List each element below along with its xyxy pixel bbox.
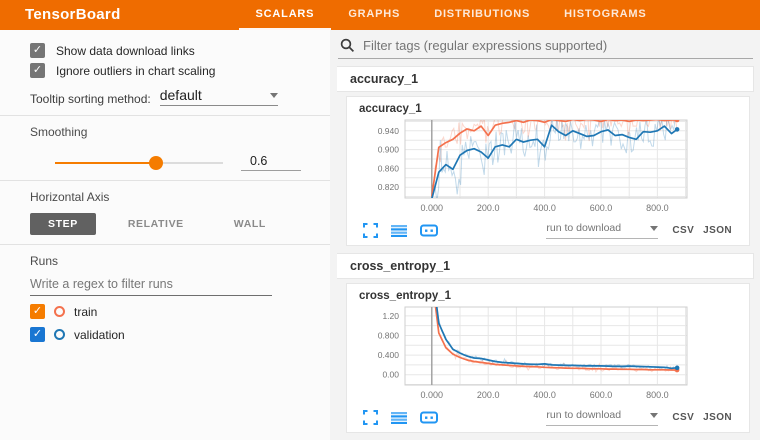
svg-text:0.860: 0.860 xyxy=(378,163,400,173)
run-color-swatch xyxy=(54,306,65,317)
axis-relative-button[interactable]: RELATIVE xyxy=(110,213,202,235)
run-to-download-label: run to download xyxy=(546,222,621,234)
run-to-download-label: run to download xyxy=(546,409,621,421)
chevron-down-icon xyxy=(650,226,658,235)
csv-download-link[interactable]: CSV xyxy=(672,225,694,236)
search-icon xyxy=(340,38,355,53)
tooltip-sorting-label: Tooltip sorting method: xyxy=(30,92,151,106)
fit-domain-icon[interactable] xyxy=(420,411,438,424)
run-row-validation[interactable]: ✓ validation xyxy=(30,327,302,342)
cross-entropy-chart[interactable]: 0.00 0.400 0.800 1.20 0.000 200.0 400.0 600.0 80… xyxy=(355,303,745,405)
app-header: TensorBoard SCALARS GRAPHS DISTRIBUTIONS… xyxy=(0,0,760,30)
toggle-y-axis-icon[interactable] xyxy=(391,224,407,237)
run-checkbox-checked-icon: ✓ xyxy=(30,327,45,342)
json-download-link[interactable]: JSON xyxy=(703,412,732,423)
runs-label: Runs xyxy=(30,254,302,268)
svg-text:0.900: 0.900 xyxy=(378,145,400,155)
checkbox-label: Show data download links xyxy=(56,44,195,58)
smoothing-value[interactable]: 0.6 xyxy=(241,154,301,171)
run-to-download-dropdown[interactable]: run to download xyxy=(546,408,658,426)
horizontal-axis-label: Horizontal Axis xyxy=(30,190,302,204)
run-row-train[interactable]: ✓ train xyxy=(30,304,302,319)
app-title: TensorBoard xyxy=(0,0,121,30)
chart-title: accuracy_1 xyxy=(359,103,745,115)
svg-text:0.800: 0.800 xyxy=(378,330,400,340)
tab-histograms[interactable]: HISTOGRAMS xyxy=(547,0,663,30)
chevron-down-icon xyxy=(270,93,278,102)
show-data-download-links-checkbox[interactable]: ✓ Show data download links xyxy=(30,43,302,58)
svg-text:200.0: 200.0 xyxy=(477,390,500,400)
divider xyxy=(0,244,330,245)
tab-graphs[interactable]: GRAPHS xyxy=(331,0,417,30)
fit-domain-icon[interactable] xyxy=(420,224,438,237)
run-label: train xyxy=(74,305,97,319)
tooltip-sorting-dropdown[interactable]: default xyxy=(160,87,278,106)
main-panel: accuracy_1 accuracy_1 0.820 0.860 0.900 0.9… xyxy=(330,30,760,440)
toggle-y-axis-icon[interactable] xyxy=(391,411,407,424)
divider xyxy=(0,115,330,116)
svg-text:200.0: 200.0 xyxy=(477,203,500,213)
section-header-cross-entropy[interactable]: cross_entropy_1 xyxy=(337,253,754,279)
json-download-link[interactable]: JSON xyxy=(703,225,732,236)
smoothing-slider[interactable] xyxy=(55,162,223,164)
svg-text:0.940: 0.940 xyxy=(378,126,400,136)
checkbox-label: Ignore outliers in chart scaling xyxy=(56,64,215,78)
chart-title: cross_entropy_1 xyxy=(359,290,745,302)
svg-text:600.0: 600.0 xyxy=(590,390,613,400)
checkbox-checked-icon: ✓ xyxy=(30,43,45,58)
svg-text:1.20: 1.20 xyxy=(382,311,399,321)
tab-scalars[interactable]: SCALARS xyxy=(239,0,332,30)
settings-sidebar: ✓ Show data download links ✓ Ignore outl… xyxy=(0,30,330,440)
slider-fill xyxy=(55,162,156,164)
divider xyxy=(0,180,330,181)
scalar-card-accuracy: accuracy_1 0.820 0.860 0.900 0.940 0.000 200.… xyxy=(346,96,750,246)
csv-download-link[interactable]: CSV xyxy=(672,412,694,423)
svg-text:400.0: 400.0 xyxy=(533,390,556,400)
svg-text:400.0: 400.0 xyxy=(533,203,556,213)
run-color-swatch xyxy=(54,329,65,340)
axis-wall-button[interactable]: WALL xyxy=(216,213,284,235)
tab-distributions[interactable]: DISTRIBUTIONS xyxy=(417,0,547,30)
checkbox-checked-icon: ✓ xyxy=(30,63,45,78)
tooltip-sorting-value: default xyxy=(160,87,202,103)
smoothing-label: Smoothing xyxy=(30,125,302,139)
svg-text:800.0: 800.0 xyxy=(646,203,669,213)
run-checkbox-checked-icon: ✓ xyxy=(30,304,45,319)
expand-chart-icon[interactable] xyxy=(363,410,378,425)
accuracy-chart[interactable]: 0.820 0.860 0.900 0.940 0.000 200.0 400.0 600.0… xyxy=(355,116,745,218)
svg-text:0.000: 0.000 xyxy=(421,390,444,400)
svg-text:800.0: 800.0 xyxy=(646,390,669,400)
run-label: validation xyxy=(74,328,125,342)
chevron-down-icon xyxy=(650,413,658,422)
tab-bar: SCALARS GRAPHS DISTRIBUTIONS HISTOGRAMS xyxy=(239,0,664,30)
svg-text:600.0: 600.0 xyxy=(590,203,613,213)
slider-thumb[interactable] xyxy=(149,156,163,170)
run-to-download-dropdown[interactable]: run to download xyxy=(546,221,658,239)
svg-text:0.400: 0.400 xyxy=(378,350,400,360)
expand-chart-icon[interactable] xyxy=(363,223,378,238)
runs-filter-input[interactable] xyxy=(30,272,272,296)
svg-text:0.000: 0.000 xyxy=(421,203,444,213)
ignore-outliers-checkbox[interactable]: ✓ Ignore outliers in chart scaling xyxy=(30,63,302,78)
section-header-accuracy[interactable]: accuracy_1 xyxy=(337,66,754,92)
axis-step-button[interactable]: STEP xyxy=(30,213,96,235)
scalar-card-cross-entropy: cross_entropy_1 0.00 0.400 0.800 1.20 0.000 2… xyxy=(346,283,750,433)
svg-text:0.820: 0.820 xyxy=(378,182,400,192)
svg-text:0.00: 0.00 xyxy=(382,370,399,380)
filter-tags-input[interactable] xyxy=(363,38,751,53)
